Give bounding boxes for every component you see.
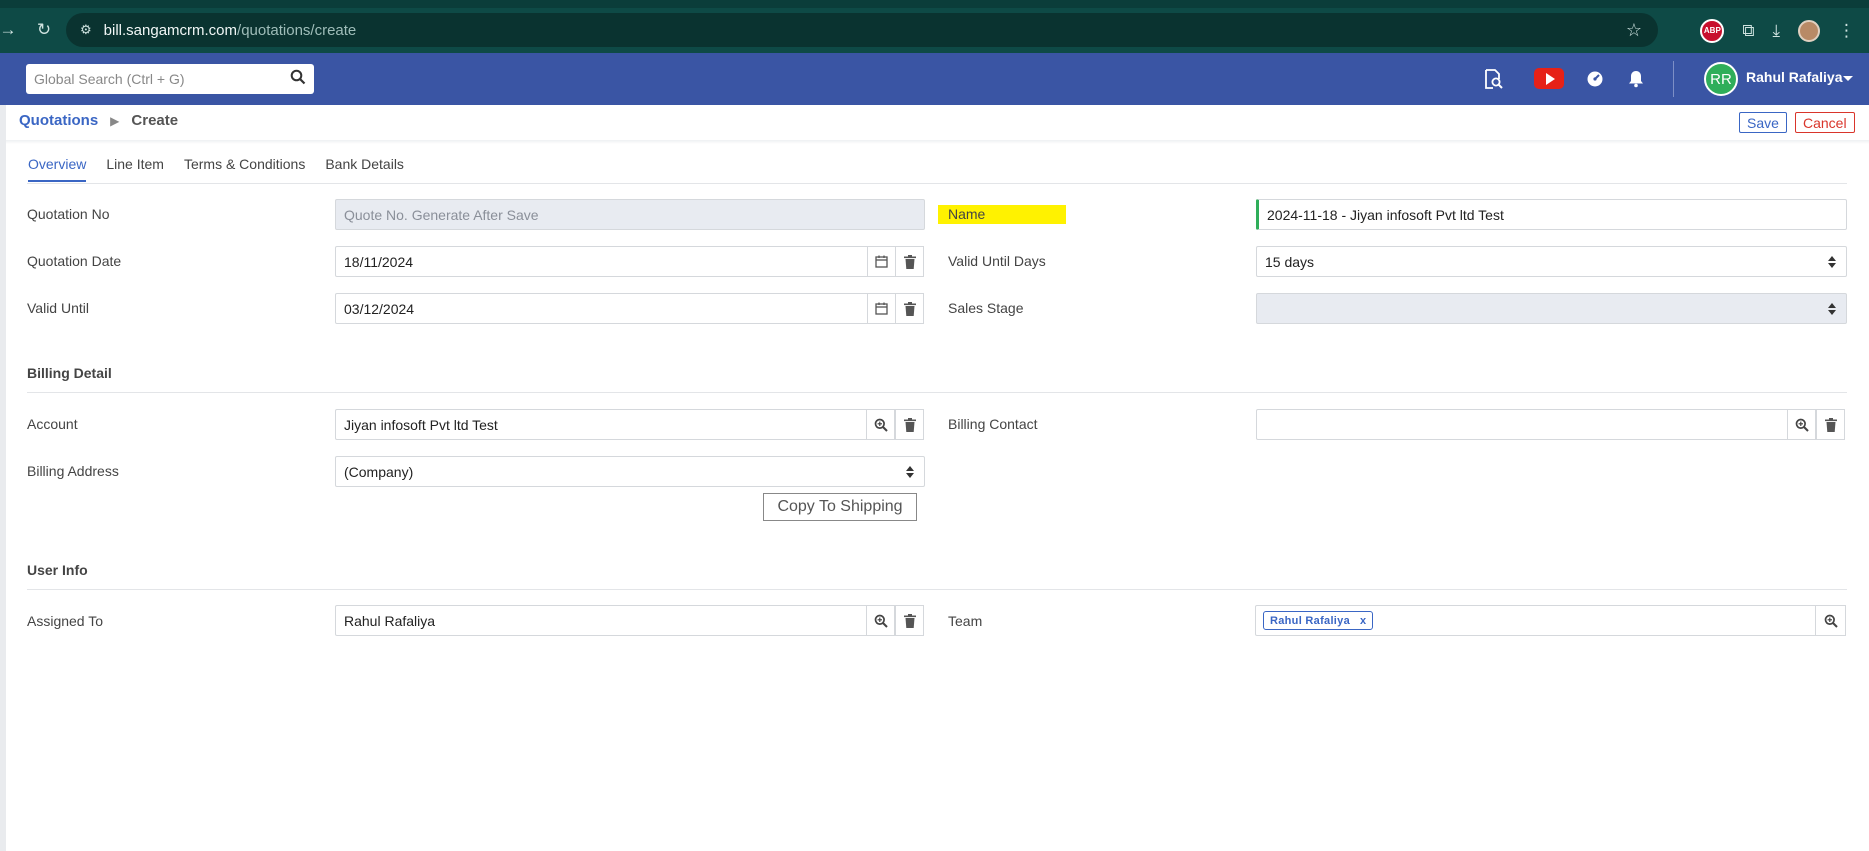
billing-address-value: (Company)	[344, 463, 414, 480]
trash-icon	[903, 301, 916, 316]
name-field[interactable]: 2024-11-18 - Jiyan infosoft Pvt ltd Test	[1256, 199, 1847, 230]
browser-toolbar: → ↻ ⚙ bill.sangamcrm.com/quotations/crea…	[0, 8, 1869, 53]
save-button[interactable]: Save	[1739, 112, 1787, 133]
bookmark-star-icon[interactable]: ☆	[1626, 20, 1642, 41]
breadcrumb-current: Create	[131, 112, 179, 129]
account-clear-button[interactable]	[895, 409, 924, 440]
profile-avatar[interactable]	[1798, 19, 1820, 42]
billing-contact-lookup-button[interactable]	[1787, 409, 1816, 440]
billing-section-divider	[27, 392, 1847, 393]
billing-address-select[interactable]: (Company)	[335, 456, 925, 487]
user-info-section-divider	[27, 589, 1847, 590]
valid-until-field[interactable]: 03/12/2024	[335, 293, 869, 324]
breadcrumb-separator-icon: ▶	[110, 113, 120, 128]
zoom-search-icon	[874, 418, 888, 432]
select-arrows-icon	[1828, 256, 1836, 268]
reload-icon[interactable]: ↻	[30, 16, 58, 44]
quotation-date-clear-button[interactable]	[895, 246, 924, 277]
name-label: Name	[938, 205, 1066, 224]
billing-detail-heading: Billing Detail	[27, 365, 112, 381]
billing-contact-label: Billing Contact	[948, 416, 1038, 432]
zoom-search-icon	[1795, 418, 1809, 432]
url-host: bill.sangamcrm.com	[103, 21, 238, 39]
url-path: /quotations/create	[237, 21, 357, 39]
trash-icon	[1824, 417, 1837, 432]
document-search-icon[interactable]	[1480, 67, 1506, 91]
tab-terms-conditions[interactable]: Terms & Conditions	[184, 156, 305, 182]
user-name[interactable]: Rahul Rafaliya	[1746, 69, 1842, 85]
valid-until-days-label: Valid Until Days	[948, 253, 1046, 269]
user-avatar[interactable]: RR	[1704, 62, 1738, 96]
sales-stage-select[interactable]	[1256, 293, 1847, 324]
youtube-icon[interactable]	[1534, 68, 1564, 89]
billing-contact-field[interactable]	[1256, 409, 1789, 440]
select-arrows-icon	[1828, 303, 1836, 315]
team-tag-remove-icon[interactable]: x	[1360, 615, 1366, 627]
quotation-no-field: Quote No. Generate After Save	[335, 199, 925, 230]
breadcrumb-shadow	[6, 140, 1869, 144]
dashboard-gauge-icon[interactable]	[1582, 67, 1608, 91]
team-lookup-button[interactable]	[1815, 605, 1846, 636]
billing-address-label: Billing Address	[27, 463, 119, 479]
app-header: RR Rahul Rafaliya	[0, 53, 1869, 105]
header-divider	[1673, 61, 1674, 97]
tab-overview[interactable]: Overview	[28, 156, 87, 182]
valid-until-clear-button[interactable]	[895, 293, 924, 324]
zoom-search-icon	[874, 614, 888, 628]
user-info-heading: User Info	[27, 562, 88, 578]
trash-icon	[903, 417, 916, 432]
tabs-divider	[27, 183, 1847, 184]
tab-line-item[interactable]: Line Item	[106, 156, 164, 182]
trash-icon	[903, 613, 916, 628]
global-search	[26, 64, 314, 94]
assigned-to-lookup-button[interactable]	[866, 605, 895, 636]
copy-to-shipping-button[interactable]: Copy To Shipping	[763, 493, 917, 521]
account-lookup-button[interactable]	[866, 409, 895, 440]
browser-tabstrip	[0, 0, 1869, 8]
quotation-date-calendar-button[interactable]	[867, 246, 896, 277]
billing-contact-clear-button[interactable]	[1816, 409, 1845, 440]
user-menu-caret-icon[interactable]	[1843, 76, 1853, 81]
quotation-no-label: Quotation No	[27, 206, 110, 222]
quotation-date-field[interactable]: 18/11/2024	[335, 246, 869, 277]
adblock-extension-icon[interactable]: ABP	[1700, 18, 1725, 43]
calendar-icon	[875, 255, 888, 268]
tab-bank-details[interactable]: Bank Details	[325, 156, 404, 182]
record-tabs: Overview Line Item Terms & Conditions Ba…	[28, 156, 424, 182]
global-search-input[interactable]	[34, 71, 284, 87]
breadcrumb-quotations-link[interactable]: Quotations	[19, 112, 98, 129]
cancel-button[interactable]: Cancel	[1795, 112, 1855, 133]
valid-until-calendar-button[interactable]	[867, 293, 896, 324]
calendar-icon	[875, 302, 888, 315]
assigned-to-label: Assigned To	[27, 613, 104, 629]
team-tag-label: Rahul Rafaliya	[1270, 614, 1351, 627]
valid-until-label: Valid Until	[27, 300, 89, 316]
menu-kebab-icon[interactable]: ⋮	[1838, 21, 1855, 41]
download-icon[interactable]: ⤓	[1772, 21, 1780, 41]
search-icon[interactable]	[290, 69, 306, 85]
extensions-icon[interactable]: ⧉	[1742, 21, 1754, 41]
assigned-to-clear-button[interactable]	[895, 605, 924, 636]
trash-icon	[903, 254, 916, 269]
account-field[interactable]: Jiyan infosoft Pvt ltd Test	[335, 409, 868, 440]
forward-icon[interactable]: →	[0, 16, 22, 44]
account-label: Account	[27, 416, 78, 432]
breadcrumb: Quotations ▶ Create	[19, 112, 178, 129]
left-edge-rail	[0, 105, 6, 851]
zoom-search-icon	[1824, 614, 1838, 628]
assigned-to-field[interactable]: Rahul Rafaliya	[335, 605, 868, 636]
sales-stage-label: Sales Stage	[948, 300, 1024, 316]
notification-bell-icon[interactable]	[1623, 67, 1649, 91]
team-tag: Rahul Rafaliya x	[1263, 611, 1374, 630]
valid-until-days-value: 15 days	[1265, 253, 1315, 270]
valid-until-days-select[interactable]: 15 days	[1256, 246, 1847, 277]
quotation-date-label: Quotation Date	[27, 253, 122, 269]
address-bar[interactable]: ⚙ bill.sangamcrm.com/quotations/create ☆	[66, 13, 1658, 47]
select-arrows-icon	[906, 466, 914, 478]
team-label: Team	[948, 613, 983, 629]
site-settings-icon[interactable]: ⚙	[80, 22, 92, 38]
